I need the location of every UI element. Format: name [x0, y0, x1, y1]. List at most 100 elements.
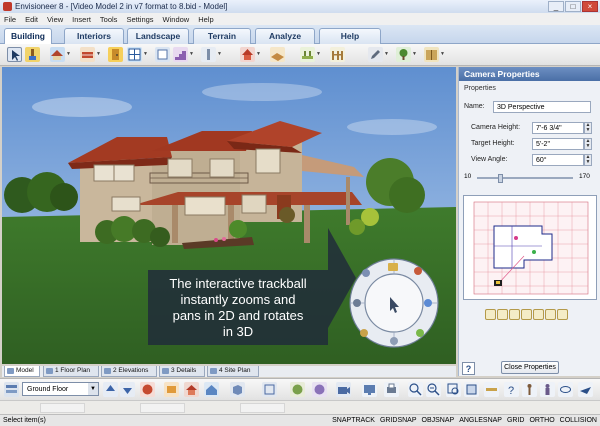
tab-interiors[interactable]: Interiors [64, 28, 124, 44]
select-pointer-icon[interactable] [7, 47, 22, 62]
camera-height-spinner-icon[interactable]: ▲ ▼ [584, 122, 592, 134]
zoom-out-icon[interactable] [426, 382, 441, 397]
tab-analyze[interactable]: Analyze [255, 28, 315, 44]
cabinet-dropdown-icon[interactable]: ▼ [440, 51, 445, 57]
view-angle-spinner-icon[interactable]: ▲ ▼ [584, 154, 592, 166]
zoom-extents-icon[interactable] [521, 309, 532, 320]
wireframe-icon[interactable] [262, 382, 277, 397]
level-down-icon[interactable] [120, 382, 135, 397]
camera-icon[interactable] [336, 382, 351, 397]
print-icon[interactable] [384, 382, 399, 397]
walk-through-icon[interactable] [522, 382, 537, 397]
stairs-dropdown-icon[interactable]: ▼ [189, 51, 194, 57]
tab-help[interactable]: Help [319, 28, 381, 44]
zoom-window-icon[interactable] [446, 382, 461, 397]
target-height-field[interactable]: 5'-2" [532, 138, 584, 150]
orbit-icon[interactable] [558, 382, 573, 397]
slider-thumb[interactable] [498, 174, 503, 183]
deck-dropdown-icon[interactable]: ▼ [316, 51, 321, 57]
target-height-spinner-icon[interactable]: ▲ ▼ [584, 138, 592, 150]
tab-building[interactable]: Building [4, 28, 52, 45]
opening-tool-icon[interactable] [155, 47, 170, 62]
ortho-toggle[interactable]: ORTHO [529, 417, 554, 424]
fit-view-icon[interactable] [545, 309, 556, 320]
menu-settings[interactable]: Settings [126, 15, 153, 24]
view-tab-model[interactable]: Model [4, 366, 40, 377]
wall-tool-icon[interactable] [80, 47, 95, 62]
view-angle-slider[interactable] [477, 174, 573, 183]
monitor-icon[interactable] [362, 382, 377, 397]
zoom-in-icon[interactable] [408, 382, 423, 397]
view-tab-site-plan[interactable]: 4 Site Plan [207, 366, 259, 377]
wall-dropdown-icon[interactable]: ▼ [96, 51, 101, 57]
menu-view[interactable]: View [47, 15, 63, 24]
minimize-button[interactable]: _ [548, 1, 564, 12]
window-tool-icon[interactable] [127, 47, 142, 62]
zoom-extents-icon[interactable] [464, 382, 479, 397]
deck-tool-icon[interactable] [300, 47, 315, 62]
stairs-tool-icon[interactable] [173, 47, 188, 62]
house-view-icon[interactable] [184, 382, 199, 397]
help-button[interactable]: ? [462, 362, 475, 375]
zoom-previous-icon[interactable] [557, 309, 568, 320]
collision-toggle[interactable]: COLLISION [560, 417, 597, 424]
help-icon[interactable]: ? [504, 382, 519, 397]
3d-view-icon[interactable] [230, 382, 245, 397]
menu-file[interactable]: File [4, 15, 16, 24]
camera-height-field[interactable]: 7'-6 3/4" [532, 122, 584, 134]
measure-icon[interactable] [484, 382, 499, 397]
chevron-down-icon[interactable]: ▼ [88, 383, 98, 395]
tree-dropdown-icon[interactable]: ▼ [412, 51, 417, 57]
render-icon[interactable] [290, 382, 305, 397]
level-up-icon[interactable] [103, 382, 118, 397]
zoom-window-icon[interactable] [509, 309, 520, 320]
pan-icon[interactable] [533, 309, 544, 320]
gridsnap-toggle[interactable]: GRIDSNAP [380, 417, 417, 424]
menu-insert[interactable]: Insert [72, 15, 91, 24]
door-tool-icon[interactable] [108, 47, 123, 62]
close-button[interactable]: × [582, 1, 598, 12]
fly-icon[interactable] [578, 382, 593, 397]
maximize-button[interactable]: □ [565, 1, 581, 12]
navigation-trackball[interactable] [348, 257, 440, 349]
menu-help[interactable]: Help [198, 15, 213, 24]
roof-dropdown-icon[interactable]: ▼ [66, 51, 71, 57]
view-tab-floor-plan[interactable]: 1 Floor Plan [43, 366, 99, 377]
cabinet-tool-icon[interactable] [424, 47, 439, 62]
home-view-icon[interactable] [204, 382, 219, 397]
floor-select[interactable]: Ground Floor ▼ [22, 382, 99, 396]
tree-tool-icon[interactable] [396, 47, 411, 62]
column-tool-icon[interactable] [201, 47, 216, 62]
edit-dropdown-icon[interactable]: ▼ [384, 51, 389, 57]
menu-window[interactable]: Window [163, 15, 190, 24]
window-dropdown-icon[interactable]: ▼ [143, 51, 148, 57]
plan-minimap[interactable] [463, 195, 597, 300]
fence-tool-icon[interactable] [330, 47, 345, 62]
view-tab-details[interactable]: 3 Details [159, 366, 205, 377]
group-icon[interactable] [164, 382, 179, 397]
person-icon[interactable] [540, 382, 555, 397]
house-dropdown-icon[interactable]: ▼ [256, 51, 261, 57]
paint-brush-icon[interactable] [25, 47, 40, 62]
menu-edit[interactable]: Edit [25, 15, 38, 24]
objsnap-toggle[interactable]: OBJSNAP [422, 417, 455, 424]
tab-landscape[interactable]: Landscape [127, 28, 189, 44]
name-field[interactable]: 3D Perspective [493, 101, 591, 113]
house-wizard-icon[interactable] [240, 47, 255, 62]
shadow-icon[interactable] [312, 382, 327, 397]
close-properties-button[interactable]: Close Properties [501, 361, 559, 374]
tab-terrain[interactable]: Terrain [193, 28, 251, 44]
column-dropdown-icon[interactable]: ▼ [217, 51, 222, 57]
edit-tool-icon[interactable] [368, 47, 383, 62]
zoom-out-icon[interactable] [497, 309, 508, 320]
floors-icon[interactable] [4, 382, 19, 397]
grid-toggle[interactable]: GRID [507, 417, 525, 424]
snap-icon[interactable] [140, 382, 155, 397]
zoom-in-icon[interactable] [485, 309, 496, 320]
roof-tool-icon[interactable] [50, 47, 65, 62]
menu-tools[interactable]: Tools [100, 15, 118, 24]
floor-tool-icon[interactable] [270, 47, 285, 62]
view-tab-elevations[interactable]: 2 Elevations [101, 366, 157, 377]
snaptrack-toggle[interactable]: SNAPTRACK [332, 417, 375, 424]
view-angle-field[interactable]: 60° [532, 154, 584, 166]
